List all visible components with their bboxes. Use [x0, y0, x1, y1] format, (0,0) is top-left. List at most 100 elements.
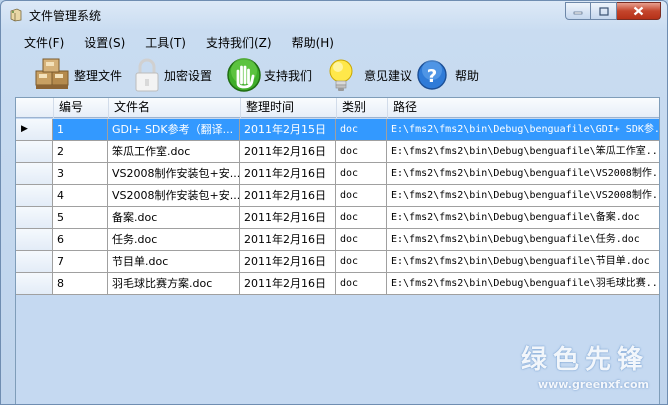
table-row[interactable]: 3 VS2008制作安装包+安... 2011年2月16日 doc E:\fms2\fm… [16, 163, 659, 185]
header-name[interactable]: 文件名 [108, 98, 240, 118]
cell-name[interactable]: VS2008制作安装包+安... [108, 163, 240, 184]
column-divider [386, 141, 387, 162]
cell-date[interactable]: 2011年2月16日 [240, 273, 336, 294]
row-header[interactable] [16, 207, 53, 228]
help-button[interactable]: ? 帮助 [415, 55, 479, 95]
cell-path[interactable]: E:\fms2\fms2\bin\Debug\benguafile\GDI+ S… [387, 119, 659, 140]
cell-name[interactable]: 笨瓜工作室.doc [108, 141, 240, 162]
column-divider [239, 207, 240, 228]
cell-date[interactable]: 2011年2月15日 [240, 119, 336, 140]
table-row[interactable]: 5 备案.doc 2011年2月16日 doc E:\fms2\fms2\bin\Deb… [16, 207, 659, 229]
cell-id[interactable]: 5 [53, 207, 108, 228]
column-divider [386, 119, 387, 140]
column-divider [335, 163, 336, 184]
column-divider [335, 251, 336, 272]
cell-type[interactable]: doc [336, 141, 387, 162]
toolbar: 整理文件 加密设置 支持我们 意见建议 ? 帮助 [4, 55, 664, 95]
encryption-settings-button[interactable]: 加密设置 [132, 55, 212, 95]
cell-name[interactable]: VS2008制作安装包+安... [108, 185, 240, 206]
column-divider [386, 251, 387, 272]
row-header[interactable] [16, 273, 53, 294]
watermark: 绿色先锋 www.greenxf.com [521, 339, 649, 391]
column-divider [239, 185, 240, 206]
column-divider [107, 141, 108, 162]
feedback-button[interactable]: 意见建议 [324, 55, 412, 95]
cell-type[interactable]: doc [336, 207, 387, 228]
table-row[interactable]: 8 羽毛球比赛方案.doc 2011年2月16日 doc E:\fms2\fms2\bi… [16, 273, 659, 295]
row-header[interactable] [16, 163, 53, 184]
table-row[interactable]: 2 笨瓜工作室.doc 2011年2月16日 doc E:\fms2\fms2\bin\… [16, 141, 659, 163]
cell-type[interactable]: doc [336, 185, 387, 206]
column-divider [107, 163, 108, 184]
cell-path[interactable]: E:\fms2\fms2\bin\Debug\benguafile\VS2008… [387, 185, 659, 206]
row-pointer-icon: ▶ [21, 124, 28, 134]
column-divider [239, 163, 240, 184]
table-row[interactable]: ▶ 1 GDI+ SDK参考（翻译... 2011年2月15日 doc E:\fms2\f… [16, 119, 659, 141]
organize-files-button[interactable]: 整理文件 [34, 55, 122, 95]
row-header[interactable] [16, 185, 53, 206]
cell-path[interactable]: E:\fms2\fms2\bin\Debug\benguafile\笨瓜工作室.… [387, 141, 659, 162]
lock-icon [135, 58, 159, 92]
table-row[interactable]: 7 节目单.doc 2011年2月16日 doc E:\fms2\fms2\bin\De… [16, 251, 659, 273]
cell-path[interactable]: E:\fms2\fms2\bin\Debug\benguafile\备案.doc [387, 207, 659, 228]
cell-path[interactable]: E:\fms2\fms2\bin\Debug\benguafile\羽毛球比赛.… [387, 273, 659, 294]
table-row[interactable]: 6 任务.doc 2011年2月16日 doc E:\fms2\fms2\bin\Deb… [16, 229, 659, 251]
close-icon [633, 6, 644, 16]
cell-id[interactable]: 4 [53, 185, 108, 206]
cell-name[interactable]: 羽毛球比赛方案.doc [108, 273, 240, 294]
menu-support[interactable]: 支持我们(Z) [186, 33, 282, 53]
minimize-button[interactable] [565, 2, 591, 20]
cell-path[interactable]: E:\fms2\fms2\bin\Debug\benguafile\任务.doc [387, 229, 659, 250]
menu-help[interactable]: 帮助(H) [272, 33, 344, 53]
cell-type[interactable]: doc [336, 163, 387, 184]
cell-date[interactable]: 2011年2月16日 [240, 163, 336, 184]
cell-date[interactable]: 2011年2月16日 [240, 229, 336, 250]
cell-id[interactable]: 1 [53, 119, 108, 140]
column-divider [386, 185, 387, 206]
cell-name[interactable]: 备案.doc [108, 207, 240, 228]
column-divider [107, 119, 108, 140]
column-divider [335, 119, 336, 140]
app-window: 文件管理系统 文件(F) 设置(S) 工具(T) 支持我们(Z) 帮助(H) 整… [0, 0, 668, 405]
row-header[interactable] [16, 141, 53, 162]
column-divider [239, 229, 240, 250]
column-divider [239, 141, 240, 162]
row-header[interactable]: ▶ [16, 119, 53, 140]
column-divider [335, 229, 336, 250]
cell-type[interactable]: doc [336, 273, 387, 294]
cell-name[interactable]: 节目单.doc [108, 251, 240, 272]
table-row[interactable]: 4 VS2008制作安装包+安... 2011年2月16日 doc E:\fms2\fm… [16, 185, 659, 207]
cell-type[interactable]: doc [336, 251, 387, 272]
cell-type[interactable]: doc [336, 119, 387, 140]
cell-id[interactable]: 3 [53, 163, 108, 184]
cell-id[interactable]: 6 [53, 229, 108, 250]
close-button[interactable] [617, 2, 661, 20]
cell-name[interactable]: GDI+ SDK参考（翻译... [108, 119, 240, 140]
header-path[interactable]: 路径 [387, 98, 659, 118]
feedback-label: 意见建议 [364, 68, 413, 83]
cell-id[interactable]: 8 [53, 273, 108, 294]
cell-id[interactable]: 7 [53, 251, 108, 272]
cell-id[interactable]: 2 [53, 141, 108, 162]
cell-path[interactable]: E:\fms2\fms2\bin\Debug\benguafile\节目单.do… [387, 251, 659, 272]
cell-path[interactable]: E:\fms2\fms2\bin\Debug\benguafile\VS2008… [387, 163, 659, 184]
column-divider [386, 273, 387, 294]
cell-name[interactable]: 任务.doc [108, 229, 240, 250]
title-bar[interactable]: 文件管理系统 [1, 1, 667, 29]
maximize-button[interactable] [591, 2, 617, 20]
row-header[interactable] [16, 229, 53, 250]
cell-type[interactable]: doc [336, 229, 387, 250]
cell-date[interactable]: 2011年2月16日 [240, 185, 336, 206]
cell-date[interactable]: 2011年2月16日 [240, 141, 336, 162]
menu-bar: 文件(F) 设置(S) 工具(T) 支持我们(Z) 帮助(H) [4, 32, 664, 54]
header-date[interactable]: 整理时间 [240, 98, 336, 118]
support-us-button[interactable]: 支持我们 [226, 55, 312, 95]
cell-date[interactable]: 2011年2月16日 [240, 251, 336, 272]
row-header[interactable] [16, 251, 53, 272]
help-icon: ? [417, 60, 447, 90]
cell-date[interactable]: 2011年2月16日 [240, 207, 336, 228]
header-id[interactable]: 编号 [53, 98, 108, 118]
column-divider [107, 251, 108, 272]
header-type[interactable]: 类别 [336, 98, 387, 118]
column-divider [239, 119, 240, 140]
